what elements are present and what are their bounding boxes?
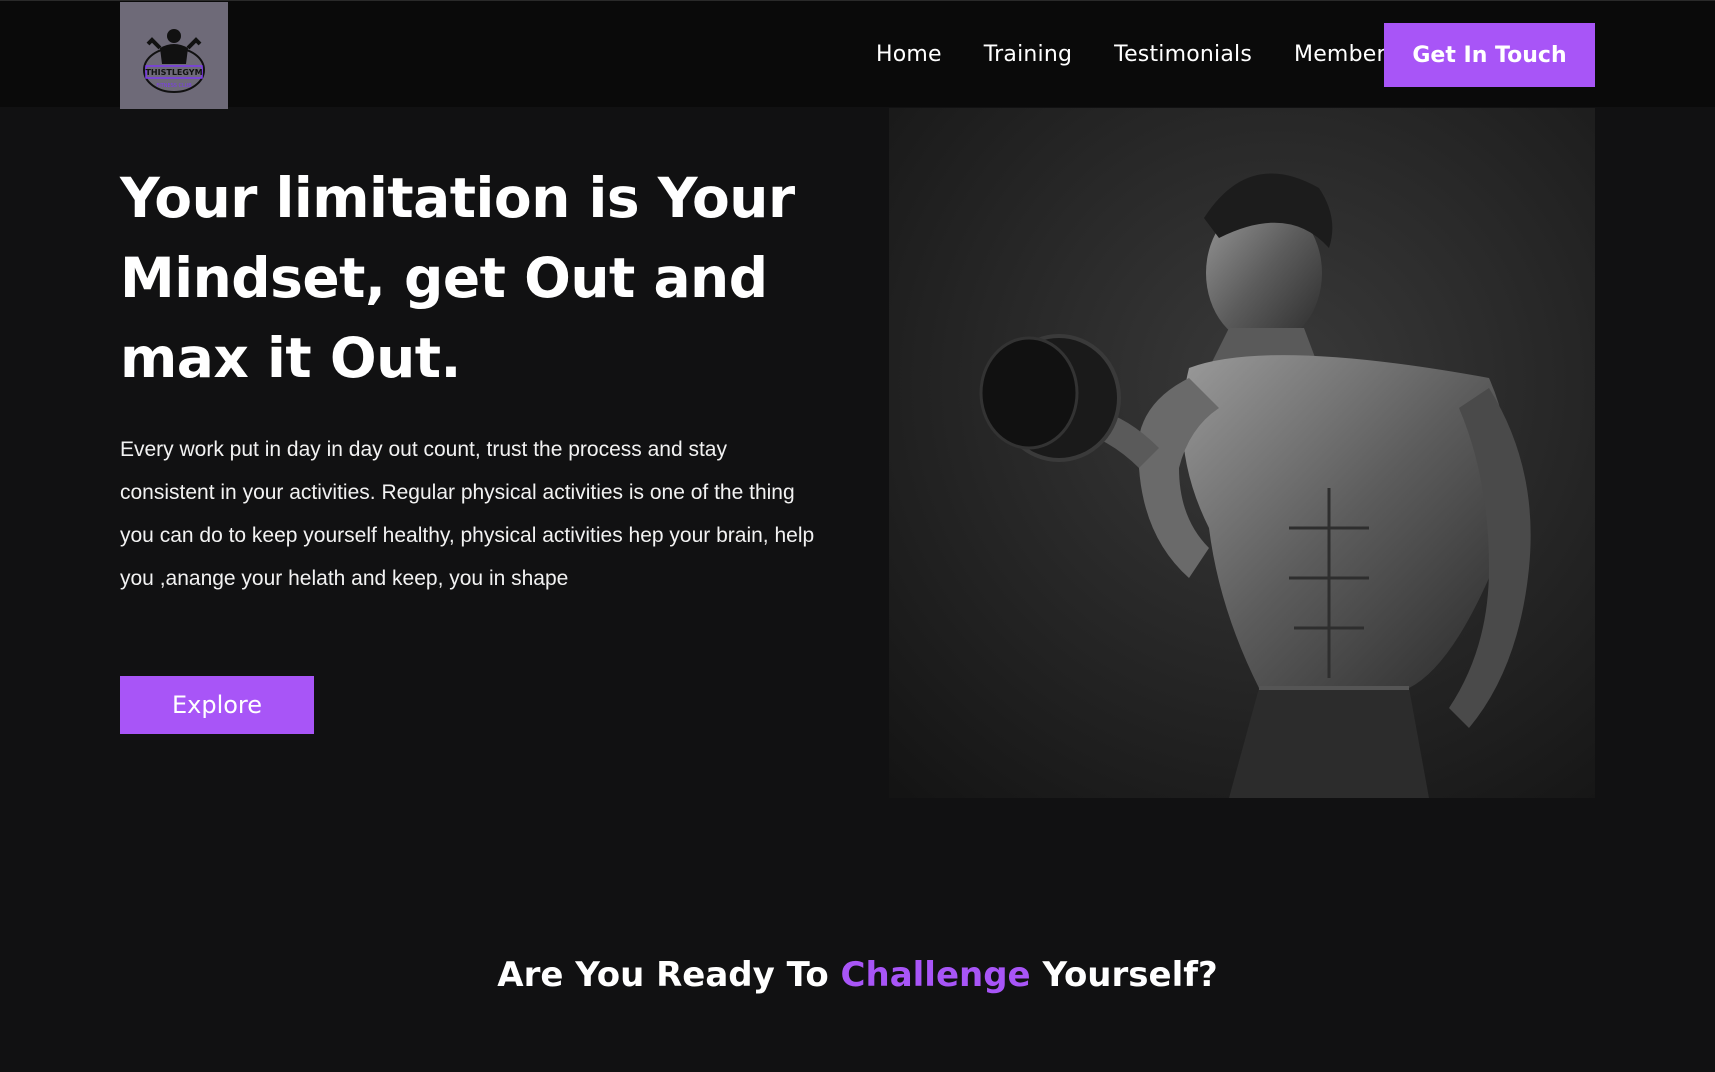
nav-testimonials[interactable]: Testimonials	[1114, 42, 1252, 67]
gym-logo[interactable]: THISTLEGYM FITNESS CLUB	[120, 2, 228, 109]
hero-bodybuilder-image	[889, 108, 1595, 798]
nav-training[interactable]: Training	[984, 42, 1072, 67]
get-in-touch-button[interactable]: Get In Touch	[1384, 23, 1595, 87]
logo-subtext: FITNESS CLUB	[156, 83, 192, 89]
hero-title: Your limitation is Your Mindset, get Out…	[120, 166, 795, 390]
main-nav: Home Training Testimonials Membership	[876, 1, 1432, 108]
challenge-text-after: Yourself?	[1030, 955, 1218, 995]
challenge-text-before: Are You Ready To	[497, 955, 841, 995]
nav-home[interactable]: Home	[876, 42, 942, 67]
bodybuilder-photo-icon	[889, 108, 1595, 798]
challenge-text-accent: Challenge	[840, 955, 1031, 995]
challenge-heading: Are You Ready To Challenge Yourself?	[0, 955, 1715, 995]
top-navbar: THISTLEGYM FITNESS CLUB Home Training Te…	[0, 0, 1715, 109]
logo-emblem-icon: THISTLEGYM FITNESS CLUB	[143, 28, 205, 93]
logo-text: THISTLEGYM	[145, 68, 202, 77]
hero-description: Every work put in day in day out count, …	[120, 438, 815, 590]
explore-button[interactable]: Explore	[120, 676, 314, 734]
